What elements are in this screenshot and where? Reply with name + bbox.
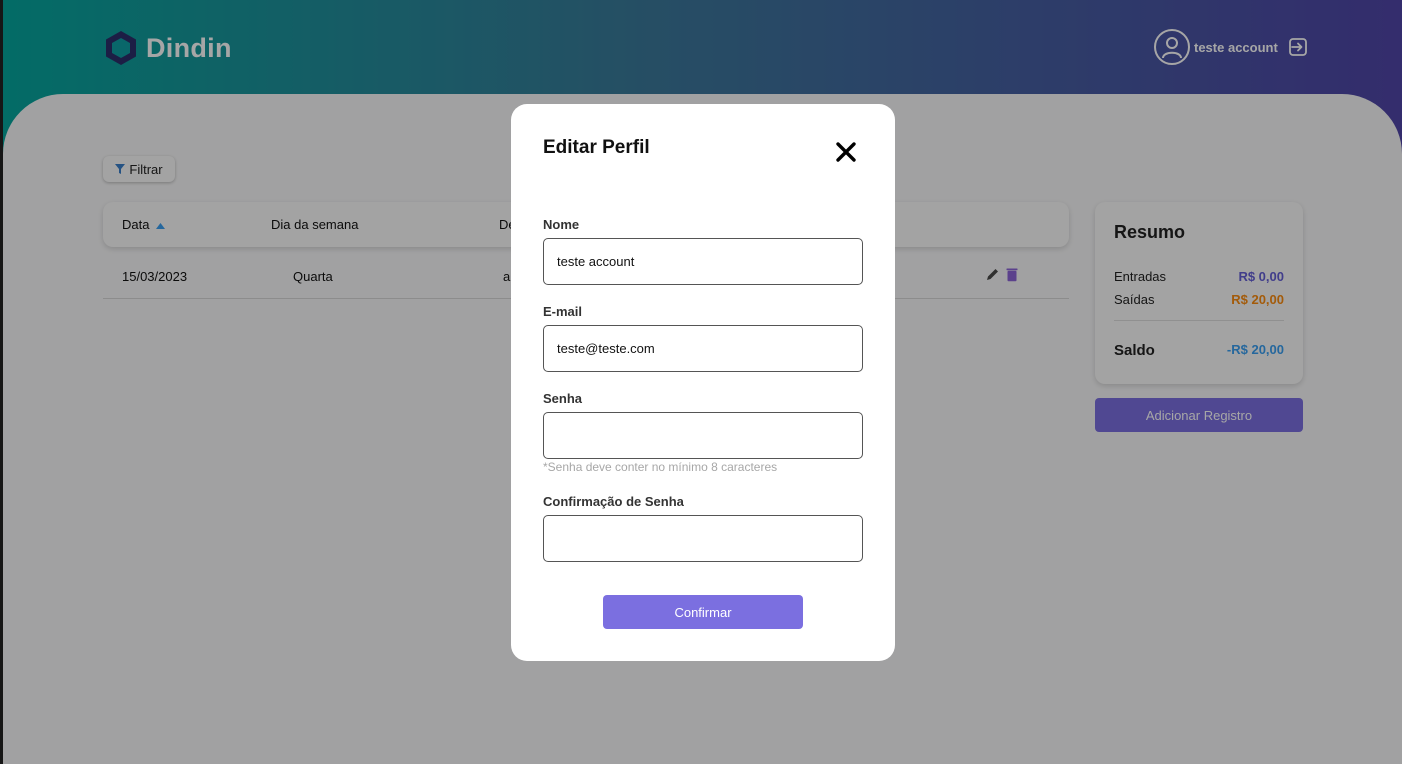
- edit-profile-modal: Editar Perfil Nome E-mail Senha *Senha d…: [511, 104, 895, 661]
- close-icon[interactable]: [835, 141, 857, 163]
- confirm-password-label: Confirmação de Senha: [543, 494, 684, 509]
- password-input[interactable]: [543, 412, 863, 459]
- name-label: Nome: [543, 217, 580, 232]
- email-input[interactable]: [543, 325, 863, 372]
- modal-title: Editar Perfil: [543, 137, 650, 158]
- password-label: Senha: [543, 391, 583, 406]
- password-hint: *Senha deve conter no mínimo 8 caractere…: [543, 460, 778, 474]
- email-label: E-mail: [543, 304, 583, 319]
- confirm-button[interactable]: Confirmar: [603, 595, 803, 629]
- name-input[interactable]: [543, 238, 863, 285]
- app-background: Dindin teste account Filtrar Data Dia da…: [0, 0, 1402, 764]
- confirm-password-input[interactable]: [543, 515, 863, 562]
